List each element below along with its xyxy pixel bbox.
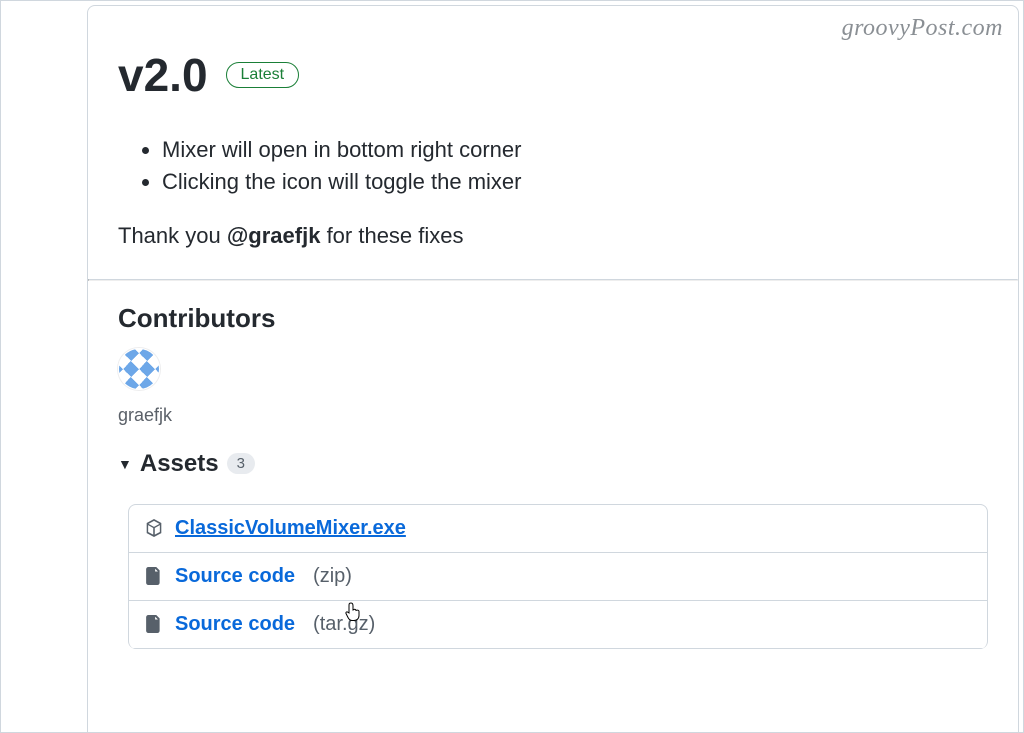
- disclosure-triangle-icon: ▼: [118, 456, 132, 472]
- contributor[interactable]: graefjk: [118, 348, 988, 426]
- release-note-item: Clicking the icon will toggle the mixer: [162, 169, 988, 195]
- assets-heading: Assets: [140, 450, 219, 478]
- release-header-section: v2.0 Latest Mixer will open in bottom ri…: [88, 50, 1018, 279]
- thanks-prefix: Thank you: [118, 223, 227, 248]
- assets-list: ClassicVolumeMixer.exe Source code (zip)…: [128, 504, 988, 649]
- asset-suffix: (tar.gz): [313, 613, 375, 636]
- asset-row[interactable]: Source code (zip): [129, 553, 987, 601]
- asset-suffix: (zip): [313, 565, 352, 588]
- assets-toggle[interactable]: ▼ Assets 3: [118, 450, 988, 478]
- contributors-heading: Contributors: [118, 303, 988, 334]
- asset-link[interactable]: Source code: [175, 613, 295, 636]
- asset-link[interactable]: ClassicVolumeMixer.exe: [175, 517, 406, 540]
- release-card: v2.0 Latest Mixer will open in bottom ri…: [87, 5, 1019, 732]
- assets-section: ▼ Assets 3 ClassicVolumeMixer.exe Source…: [88, 432, 1018, 649]
- asset-link[interactable]: Source code: [175, 565, 295, 588]
- zip-icon: [145, 615, 163, 633]
- mention-link[interactable]: @graefjk: [227, 223, 321, 248]
- zip-icon: [145, 567, 163, 585]
- thanks-suffix: for these fixes: [320, 223, 463, 248]
- release-note-item: Mixer will open in bottom right corner: [162, 137, 988, 163]
- thanks-line: Thank you @graefjk for these fixes: [118, 223, 988, 249]
- asset-row[interactable]: Source code (tar.gz): [129, 601, 987, 649]
- release-title: v2.0: [118, 50, 208, 101]
- assets-count-badge: 3: [227, 453, 255, 474]
- latest-badge: Latest: [226, 62, 300, 88]
- release-notes-list: Mixer will open in bottom right corner C…: [118, 137, 988, 195]
- contributors-section: Contributors graefjk: [88, 281, 1018, 432]
- package-icon: [145, 519, 163, 537]
- contributor-name: graefjk: [118, 405, 988, 426]
- asset-row[interactable]: ClassicVolumeMixer.exe: [129, 505, 987, 553]
- avatar[interactable]: [118, 348, 160, 390]
